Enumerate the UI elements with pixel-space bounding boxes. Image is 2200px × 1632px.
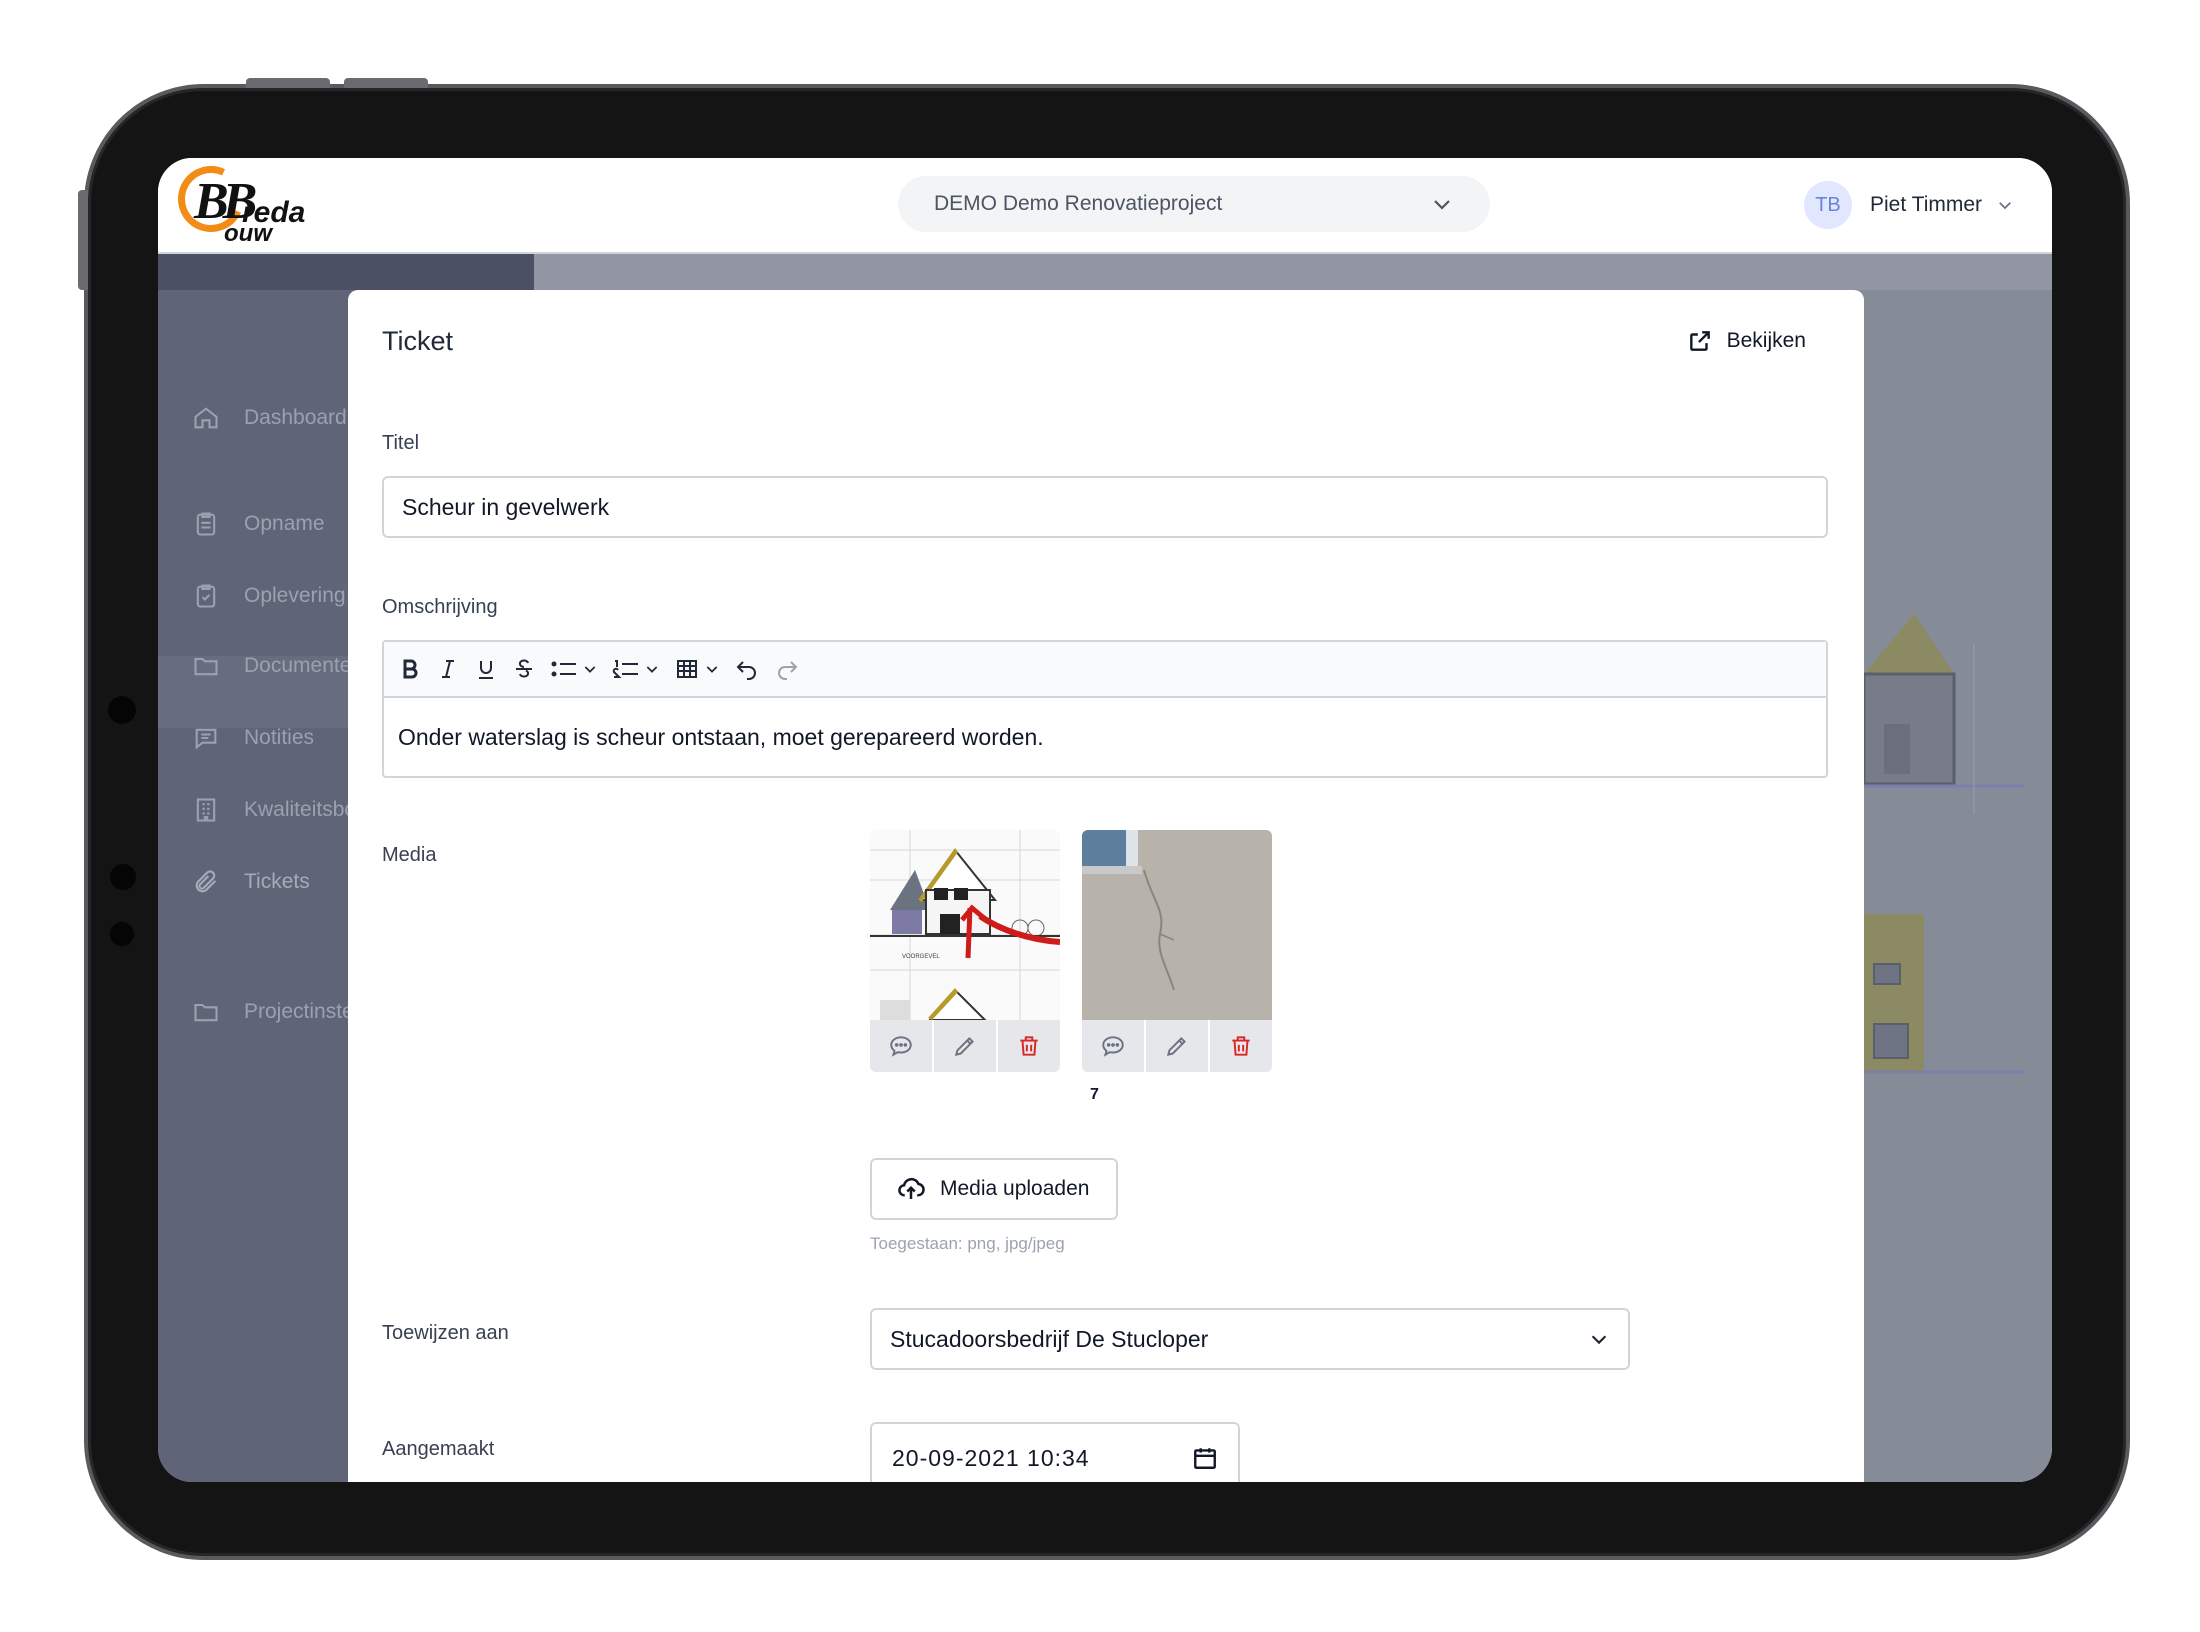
delete-button[interactable]	[1210, 1020, 1272, 1072]
italic-icon	[442, 660, 454, 678]
sidebar-item-tickets[interactable]: Tickets	[192, 868, 310, 896]
underline-icon	[479, 661, 493, 679]
description-editor[interactable]: Onder waterslag is scheur ontstaan, moet…	[382, 640, 1828, 778]
table-button[interactable]	[674, 649, 720, 689]
table-icon	[677, 660, 697, 678]
camera	[108, 696, 136, 724]
sidebar-item-opname[interactable]: Opname	[192, 510, 325, 538]
description-label: Omschrijving	[382, 596, 498, 618]
bullet-list-icon	[551, 661, 576, 677]
clipboard-check-icon	[196, 584, 216, 608]
undo-icon	[736, 661, 756, 680]
media-actions	[1082, 1020, 1272, 1072]
avatar: TB	[1804, 181, 1852, 229]
edit-button[interactable]	[934, 1020, 998, 1072]
chevron-down-icon	[646, 666, 658, 673]
home-icon	[194, 407, 218, 429]
svg-text:VOORGEVEL: VOORGEVEL	[902, 954, 940, 960]
created-label: Aangemaakt	[382, 1438, 495, 1460]
description-text: Onder waterslag is scheur ontstaan, moet…	[398, 724, 1044, 750]
strikethrough-icon	[516, 659, 532, 678]
wall-crack-image	[1082, 830, 1272, 1020]
upload-media-button[interactable]: Media uploaden	[870, 1158, 1118, 1220]
strikethrough-button[interactable]	[512, 649, 536, 689]
comment-button[interactable]	[1082, 1020, 1146, 1072]
edit-button[interactable]	[1146, 1020, 1210, 1072]
drawing-thumbnail	[1864, 614, 2024, 814]
chevron-down-icon	[1434, 200, 1450, 210]
upload-hint: Toegestaan: png, jpg/jpeg	[870, 1234, 1065, 1253]
chat-icon	[195, 728, 217, 750]
media-label: Media	[382, 844, 437, 866]
user-menu[interactable]: TB Piet Timmer	[1804, 180, 2014, 230]
redo-icon	[778, 661, 798, 680]
redo-button[interactable]	[774, 649, 800, 689]
sidebar-item-dashboard[interactable]: Dashboard	[192, 404, 347, 432]
underline-button[interactable]	[474, 649, 498, 689]
assign-select[interactable]: Stucadoorsbedrijf De Stucloper	[870, 1308, 1630, 1370]
bold-icon	[403, 659, 418, 679]
media-item[interactable]	[1082, 830, 1272, 1072]
folder-icon	[194, 657, 218, 676]
external-link-icon	[1689, 331, 1710, 351]
drawing-thumbnail	[1864, 914, 2024, 1074]
ticket-modal: Ticket Bekijken Titel Scheur in gevelwer…	[348, 290, 1864, 1482]
building-icon	[196, 798, 216, 822]
paperclip-icon	[195, 870, 217, 893]
undo-button[interactable]	[734, 649, 760, 689]
numbered-list-button[interactable]	[612, 649, 660, 689]
sidebar-item-notities[interactable]: Notities	[192, 724, 314, 752]
folder-icon	[194, 1003, 218, 1022]
drawing-image: VOORGEVEL	[870, 830, 1060, 1020]
delete-button[interactable]	[998, 1020, 1060, 1072]
comment-icon	[890, 1036, 912, 1057]
media-actions	[870, 1020, 1060, 1072]
volume-button	[246, 78, 330, 88]
sidebar-item-oplevering[interactable]: Oplevering	[192, 582, 346, 610]
title-label: Titel	[382, 432, 420, 454]
pencil-icon	[1166, 1037, 1186, 1057]
bold-button[interactable]	[398, 649, 422, 689]
top-bar: BB reda ouw DEMO Demo Renovatieproject T…	[158, 158, 2052, 254]
project-name: DEMO Demo Renovatieproject	[934, 192, 1223, 215]
company-logo[interactable]: BB reda ouw	[168, 158, 338, 250]
title-input[interactable]: Scheur in gevelwerk	[382, 476, 1828, 538]
chevron-down-icon	[584, 666, 596, 673]
cloud-upload-icon	[898, 1177, 925, 1199]
app-screen: BB reda ouw DEMO Demo Renovatieproject T…	[158, 158, 2052, 1482]
comment-icon	[1102, 1036, 1124, 1057]
media-count: 7	[1090, 1086, 1099, 1103]
comment-button[interactable]	[870, 1020, 934, 1072]
sidebar-item-documenten[interactable]: Documenten	[192, 652, 363, 680]
numbered-list-icon	[612, 660, 638, 678]
modal-title: Ticket	[382, 326, 454, 356]
media-item[interactable]: VOORGEVEL	[870, 830, 1060, 1072]
trash-icon	[1232, 1036, 1250, 1056]
camera	[110, 922, 134, 946]
user-name: Piet Timmer	[1870, 193, 1983, 216]
chevron-down-icon	[706, 666, 718, 673]
bullet-list-button[interactable]	[550, 649, 598, 689]
pencil-icon	[954, 1037, 974, 1057]
clipboard-icon	[196, 512, 216, 536]
chevron-down-icon	[1591, 1335, 1607, 1345]
power-button	[78, 190, 88, 290]
assign-label: Toewijzen aan	[382, 1322, 509, 1344]
camera	[110, 864, 136, 890]
italic-button[interactable]	[436, 649, 460, 689]
editor-toolbar	[384, 642, 1826, 698]
chevron-down-icon	[1999, 202, 2011, 210]
calendar-icon[interactable]	[1192, 1445, 1218, 1471]
volume-button	[344, 78, 428, 88]
created-date-input[interactable]: 20-09-2021 10:34	[870, 1422, 1240, 1482]
project-select[interactable]: DEMO Demo Renovatieproject	[898, 176, 1490, 232]
trash-icon	[1020, 1036, 1038, 1056]
view-link[interactable]: Bekijken	[1687, 328, 1806, 354]
